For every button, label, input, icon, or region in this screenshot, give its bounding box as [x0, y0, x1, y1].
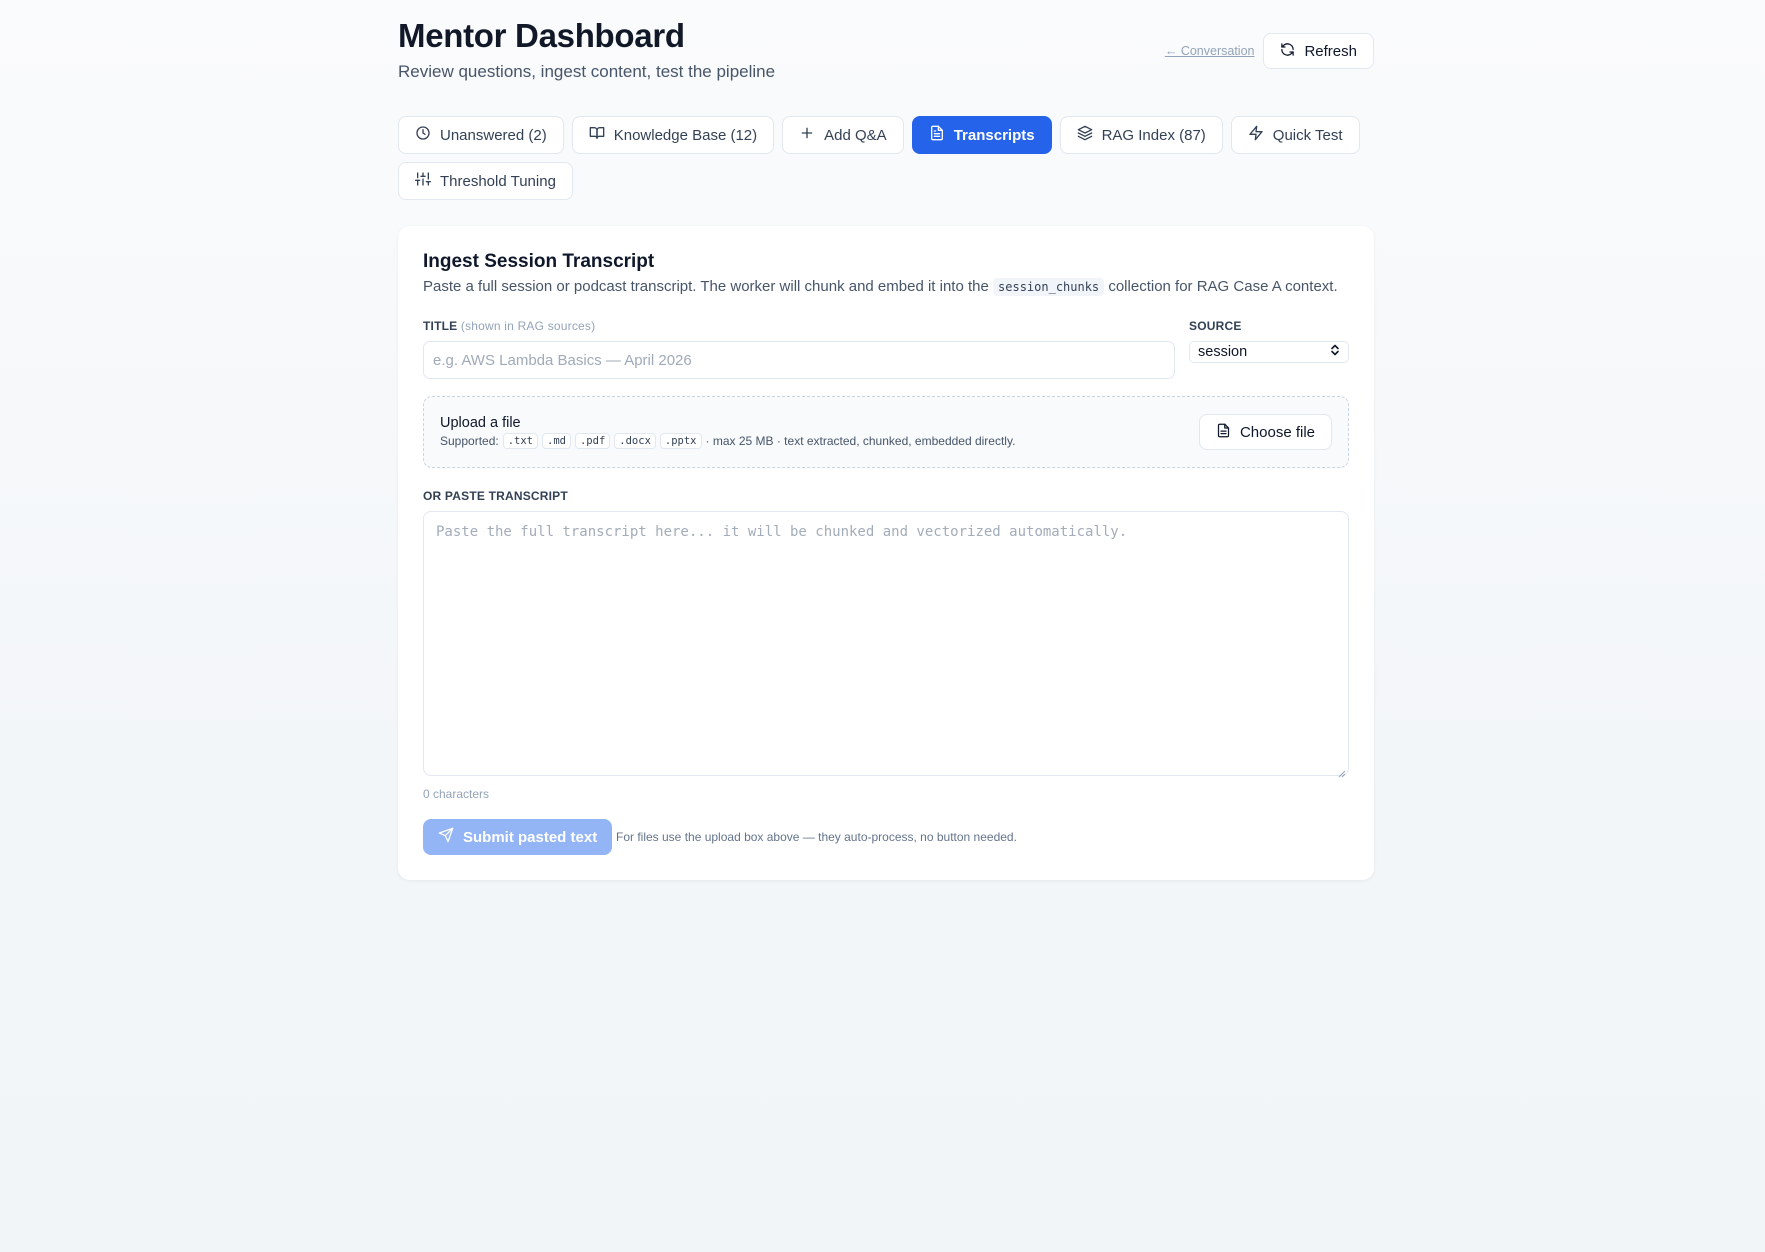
title-label-hint: (shown in RAG sources) [460, 319, 596, 333]
tab-quick-test[interactable]: Quick Test [1230, 116, 1360, 154]
conversation-link[interactable]: ← Conversation [1165, 44, 1255, 58]
tab-rag-index[interactable]: RAG Index (87) [1059, 116, 1223, 154]
card-description: Paste a full session or podcast transcri… [423, 278, 1338, 296]
refresh-button[interactable]: Refresh [1263, 33, 1374, 69]
dashboard-container: Mentor Dashboard Review questions, inges… [398, 0, 1374, 880]
ext-badge: .md [542, 433, 571, 449]
submit-note: For files use the upload box above — the… [616, 830, 1017, 844]
ext-badge: .pdf [574, 433, 611, 449]
book-open-icon [589, 125, 605, 145]
source-select[interactable]: session [1189, 341, 1349, 363]
transcript-textarea[interactable] [423, 511, 1349, 776]
source-label: SOURCE [1189, 319, 1242, 333]
tab-label: Threshold Tuning [440, 172, 556, 190]
tab-transcripts[interactable]: Transcripts [911, 116, 1052, 154]
supported-label: Supported: [440, 434, 499, 448]
plus-icon [799, 125, 815, 145]
page-title: Mentor Dashboard [398, 17, 685, 54]
tab-add-qa[interactable]: Add Q&A [782, 116, 904, 154]
file-icon [1216, 423, 1231, 442]
send-icon [438, 827, 454, 847]
choose-file-label: Choose file [1239, 423, 1315, 441]
page-header: Mentor Dashboard Review questions, inges… [398, 0, 1374, 100]
page-subtitle: Review questions, ingest content, test t… [398, 62, 776, 81]
desc-text-end: collection for RAG Case A context. [1108, 278, 1338, 295]
header-actions: ← Conversation Refresh [1165, 33, 1374, 69]
refresh-label: Refresh [1304, 42, 1357, 60]
paste-transcript-label: OR PASTE TRANSCRIPT [423, 489, 568, 503]
chevron-up-down-icon [1330, 344, 1340, 360]
tab-knowledge-base[interactable]: Knowledge Base (12) [571, 116, 775, 154]
collection-code: session_chunks [993, 278, 1105, 296]
submit-pasted-text-button[interactable]: Submit pasted text [423, 819, 613, 855]
tab-label: Quick Test [1272, 126, 1343, 144]
desc-text: Paste a full session or podcast transcri… [423, 278, 989, 295]
tab-label: RAG Index (87) [1101, 126, 1206, 144]
file-text-icon [929, 125, 945, 145]
submit-label: Submit pasted text [463, 828, 598, 846]
upload-title: Upload a file [440, 415, 521, 431]
ingest-transcript-card: Ingest Session Transcript Paste a full s… [398, 226, 1374, 880]
tab-label: Knowledge Base (12) [613, 126, 758, 144]
tab-label: Add Q&A [824, 126, 887, 144]
character-count: 0 characters [423, 787, 490, 801]
refresh-icon [1280, 42, 1295, 61]
tab-threshold-tuning[interactable]: Threshold Tuning [398, 162, 573, 200]
source-value: session [1198, 344, 1248, 360]
tab-label: Transcripts [953, 126, 1035, 144]
title-label: TITLE (shown in RAG sources) [423, 319, 595, 333]
upload-note: · max 25 MB · text extracted, chunked, e… [705, 434, 1016, 448]
tab-unanswered[interactable]: Unanswered (2) [398, 116, 564, 154]
zap-icon [1248, 125, 1264, 145]
title-label-text: TITLE [423, 319, 458, 333]
choose-file-button[interactable]: Choose file [1198, 414, 1332, 450]
resize-grip-icon[interactable] [1338, 765, 1346, 778]
tab-bar: Unanswered (2) Knowledge Base (12) Add Q… [398, 116, 1374, 200]
sliders-icon [415, 171, 431, 191]
ext-badge: .docx [614, 433, 656, 449]
ext-badge: .pptx [659, 433, 702, 449]
ext-badge: .txt [502, 433, 539, 449]
upload-supported: Supported: .txt .md .pdf .docx .pptx · m… [440, 433, 1015, 449]
clock-icon [415, 125, 431, 145]
tab-label: Unanswered (2) [440, 126, 547, 144]
layers-icon [1077, 125, 1093, 145]
title-input[interactable] [423, 341, 1175, 379]
upload-dropzone[interactable]: Upload a file Supported: .txt .md .pdf .… [423, 396, 1349, 468]
card-title: Ingest Session Transcript [423, 251, 655, 272]
